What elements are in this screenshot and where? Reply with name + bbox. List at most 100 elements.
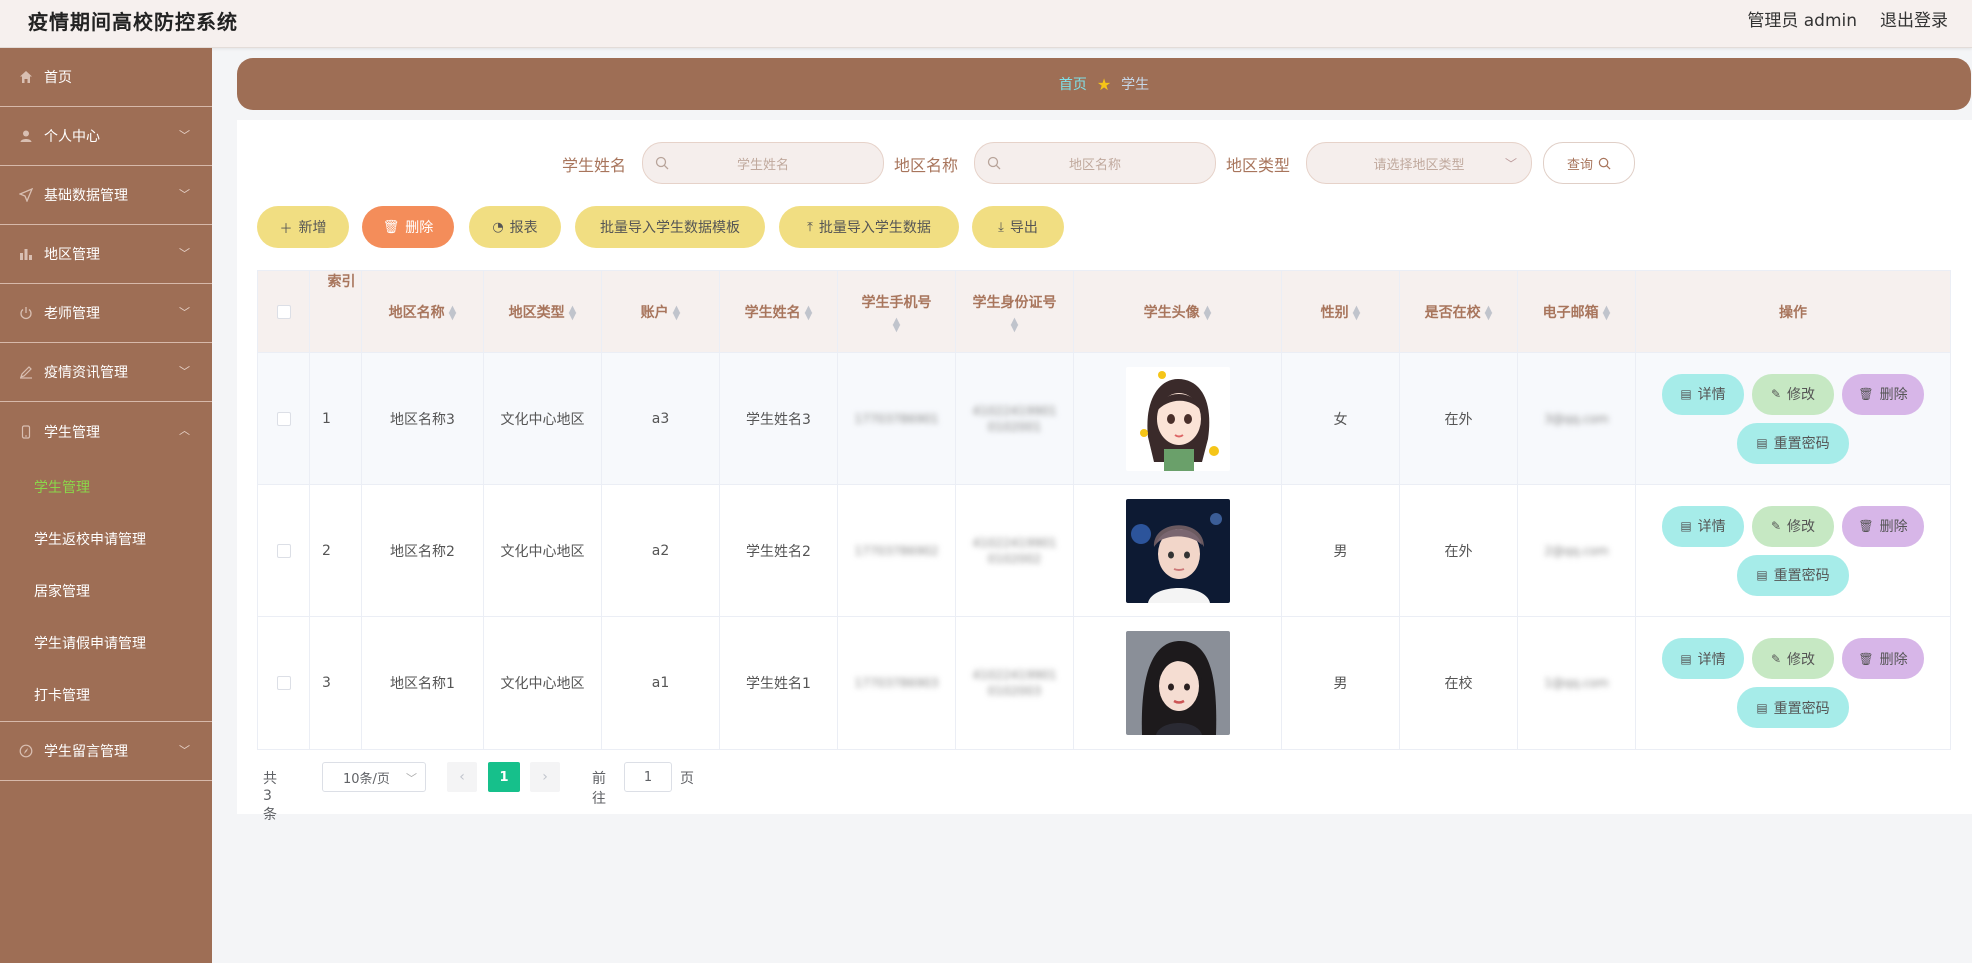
row-checkbox[interactable]: [276, 676, 291, 690]
header-idcard[interactable]: 学生身份证号 ▲ ▼: [956, 271, 1074, 352]
header-label: 账户: [640, 304, 669, 321]
bar-chart-icon: [18, 246, 34, 262]
header-avatar[interactable]: 学生头像 ▲ ▼: [1074, 271, 1282, 352]
delete-button[interactable]: 🗑 删除: [362, 206, 454, 248]
phone-cell: 17703786902: [838, 485, 956, 616]
sidebar-item-profile[interactable]: 个人中心 ﹀: [0, 107, 212, 166]
header-region[interactable]: 地区名称 ▲ ▼: [362, 271, 484, 352]
trash-icon: 🗑: [382, 219, 400, 235]
sidebar-item-message[interactable]: 学生留言管理 ﹀: [0, 722, 212, 781]
header-sex[interactable]: 性别 ▲ ▼: [1282, 271, 1400, 352]
reset-password-button[interactable]: ▤ 重置密码: [1737, 687, 1849, 728]
sidebar-sub-checkin[interactable]: 打卡管理: [0, 669, 212, 721]
sort-icon[interactable]: ▲ ▼: [1011, 316, 1019, 333]
query-button[interactable]: 查询: [1543, 142, 1635, 184]
sidebar-item-student[interactable]: 学生管理 ︿: [0, 402, 212, 461]
ops-cell: ▤ 详情 ✎ 修改 🗑 删除 ▤ 重置密码: [1636, 353, 1950, 484]
header-name[interactable]: 学生姓名 ▲ ▼: [720, 271, 838, 352]
prev-page-button[interactable]: ‹: [447, 762, 477, 792]
detail-button[interactable]: ▤ 详情: [1662, 373, 1744, 415]
sort-icon[interactable]: ▲ ▼: [449, 304, 457, 321]
export-button[interactable]: ⤓ 导出: [972, 206, 1064, 248]
page-size-select[interactable]: 10条/页 ﹀: [322, 762, 426, 792]
row-delete-button[interactable]: 🗑 删除: [1842, 638, 1924, 679]
row-delete-button[interactable]: 🗑 删除: [1842, 505, 1924, 547]
document-icon: ▤: [1680, 387, 1692, 401]
sidebar-sub-home-isolation[interactable]: 居家管理: [0, 565, 212, 617]
header-phone[interactable]: 学生手机号 ▲ ▼: [838, 271, 956, 352]
edit-button[interactable]: ✎ 修改: [1752, 373, 1834, 415]
page-number-button[interactable]: 1: [488, 762, 520, 792]
sidebar-item-news[interactable]: 疫情资讯管理 ﹀: [0, 343, 212, 402]
region-name-input[interactable]: 地区名称: [974, 142, 1216, 184]
sort-icon[interactable]: ▲ ▼: [569, 304, 577, 321]
sidebar-item-basic-data[interactable]: 基础数据管理 ﹀: [0, 166, 212, 225]
sort-icon[interactable]: ▲ ▼: [1204, 304, 1212, 321]
index-cell: 1: [310, 353, 362, 484]
row-select-cell: [258, 617, 310, 749]
import-button[interactable]: ⤒ 批量导入学生数据: [779, 206, 959, 248]
header-in-school[interactable]: 是否在校 ▲ ▼: [1400, 271, 1518, 352]
phone-icon: [18, 424, 34, 440]
row-delete-button[interactable]: 🗑 删除: [1842, 373, 1924, 415]
sidebar-sub-leave-apply[interactable]: 学生请假申请管理: [0, 617, 212, 669]
detail-button[interactable]: ▤ 详情: [1662, 505, 1744, 547]
sidebar-item-home[interactable]: 首页: [0, 48, 212, 107]
sidebar-sub-return-apply[interactable]: 学生返校申请管理: [0, 513, 212, 565]
home-icon: [18, 69, 34, 85]
sidebar-item-label: 地区管理: [44, 247, 100, 263]
sort-icon[interactable]: ▲ ▼: [673, 304, 681, 321]
student-name-input[interactable]: 学生姓名: [642, 142, 884, 184]
sidebar-sub-student[interactable]: 学生管理: [0, 461, 212, 513]
export-label: 导出: [1009, 220, 1038, 236]
select-all-checkbox[interactable]: [276, 304, 291, 319]
detail-label: 详情: [1697, 651, 1726, 668]
edit-button[interactable]: ✎ 修改: [1752, 638, 1834, 679]
app-title: 疫情期间高校防控系统: [28, 10, 238, 34]
name-cell: 学生姓名2: [720, 485, 838, 616]
sort-icon[interactable]: ▲ ▼: [1353, 304, 1361, 321]
in-school-cell: 在外: [1400, 353, 1518, 484]
sidebar-item-teacher[interactable]: 老师管理 ﹀: [0, 284, 212, 343]
header-label: 学生姓名: [744, 304, 801, 321]
add-button[interactable]: ＋ 新增: [257, 206, 349, 248]
report-button[interactable]: ◔ 报表: [469, 206, 561, 248]
header-region-type[interactable]: 地区类型 ▲ ▼: [484, 271, 602, 352]
reset-password-button[interactable]: ▤ 重置密码: [1737, 554, 1849, 596]
sort-icon[interactable]: ▲ ▼: [1485, 304, 1493, 321]
sidebar-item-region[interactable]: 地区管理 ﹀: [0, 225, 212, 284]
sidebar-item-label: 疫情资讯管理: [44, 365, 128, 381]
next-page-button[interactable]: ›: [530, 762, 560, 792]
reset-password-button[interactable]: ▤ 重置密码: [1737, 422, 1849, 464]
logout-link[interactable]: 退出登录: [1880, 6, 1948, 31]
send-icon: [18, 187, 34, 203]
detail-button[interactable]: ▤ 详情: [1662, 638, 1744, 679]
row-checkbox[interactable]: [276, 411, 291, 426]
import-template-button[interactable]: 批量导入学生数据模板: [575, 206, 765, 248]
sort-icon[interactable]: ▲ ▼: [893, 316, 901, 333]
detail-label: 详情: [1697, 387, 1726, 403]
region-type-select[interactable]: 请选择地区类型 ﹀: [1306, 142, 1532, 184]
phone-value: 17703786902: [854, 543, 939, 558]
edit-button[interactable]: ✎ 修改: [1752, 505, 1834, 547]
plus-icon: ＋: [279, 221, 293, 237]
sort-icon[interactable]: ▲ ▼: [805, 304, 813, 321]
row-checkbox[interactable]: [276, 543, 291, 558]
header-account[interactable]: 账户 ▲ ▼: [602, 271, 720, 352]
breadcrumb-home[interactable]: 首页: [1059, 74, 1087, 94]
phone-cell: 17703786903: [838, 617, 956, 749]
avatar[interactable]: [1125, 631, 1230, 735]
goto-page-input[interactable]: 1: [624, 762, 672, 792]
email-value: 1@qq.com: [1544, 676, 1609, 690]
row-select-cell: [258, 485, 310, 616]
student-name-placeholder: 学生姓名: [736, 157, 789, 173]
header-email[interactable]: 电子邮箱 ▲ ▼: [1518, 271, 1636, 352]
document-icon: ▤: [1680, 651, 1692, 666]
sort-icon[interactable]: ▲ ▼: [1603, 304, 1611, 321]
sidebar-item-label: 首页: [44, 70, 72, 86]
avatar[interactable]: [1125, 498, 1230, 603]
header-index: 索引: [310, 271, 362, 352]
phone-value: 17703786903: [854, 676, 939, 690]
avatar[interactable]: [1125, 366, 1230, 471]
goto-label: 前往: [592, 771, 606, 807]
